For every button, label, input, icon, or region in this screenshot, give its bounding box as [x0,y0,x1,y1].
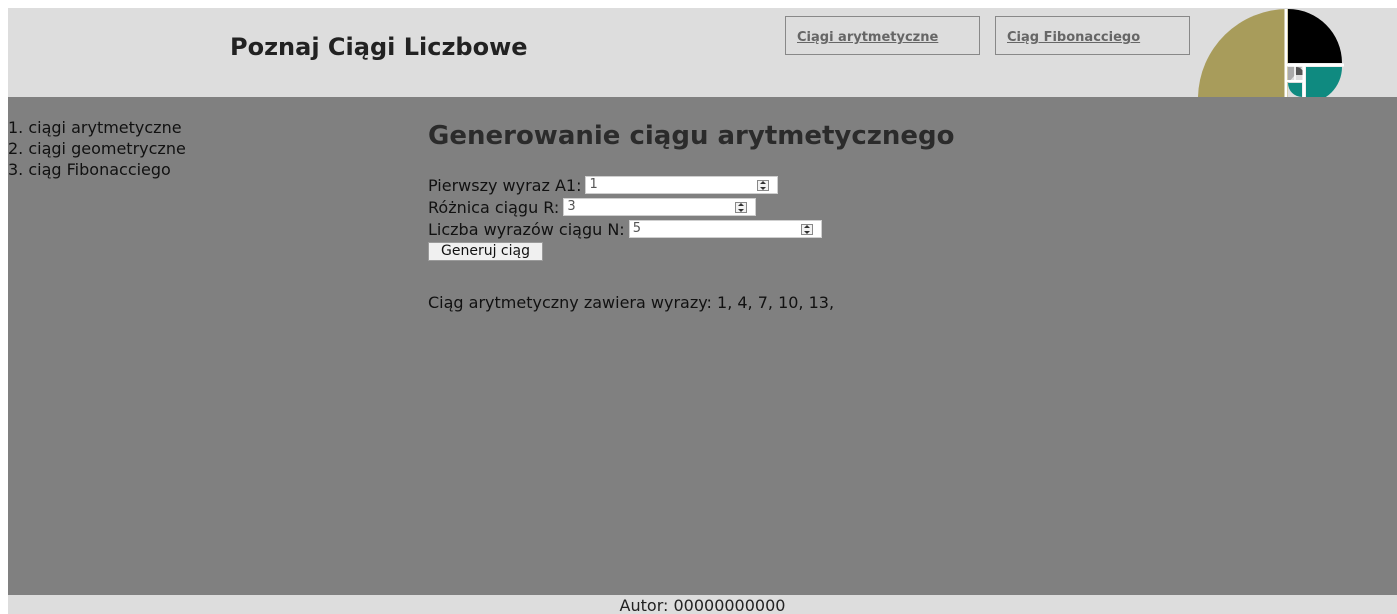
difference-input[interactable]: 3 [563,198,757,216]
site-title: Poznaj Ciągi Liczbowe [230,33,528,61]
first-term-input[interactable]: 1 [585,176,779,194]
field-label-r: Różnica ciągu R: [428,197,560,217]
sidebar: 1. ciągi arytmetyczne 2. ciągi geometryc… [8,97,408,595]
nav-link-arithmetic[interactable]: Ciągi arytmetyczne [785,16,980,55]
fibonacci-spiral-logo [1198,9,1344,97]
footer: Autor: 00000000000 [8,595,1397,614]
sequence-form: Pierwszy wyraz A1: 1 Różnica ciągu R: 3 … [428,174,822,261]
footer-author: Autor: 00000000000 [619,596,786,614]
page: Poznaj Ciągi Liczbowe Ciągi arytmetyczne… [8,8,1397,614]
sidebar-item-arithmetic[interactable]: 1. ciągi arytmetyczne [8,117,186,138]
first-term-value: 1 [589,177,598,192]
field-label-a1: Pierwszy wyraz A1: [428,175,582,195]
field-label-n: Liczba wyrazów ciągu N: [428,219,625,239]
generate-button[interactable]: Generuj ciąg [428,242,543,261]
header: Poznaj Ciągi Liczbowe Ciągi arytmetyczne… [8,8,1397,97]
page-heading: Generowanie ciągu arytmetycznego [428,121,955,151]
sidebar-item-geometric[interactable]: 2. ciągi geometryczne [8,138,186,159]
field-row-n: Liczba wyrazów ciągu N: 5 [428,218,822,240]
result-text: Ciąg arytmetyczny zawiera wyrazy: 1, 4, … [428,293,835,312]
term-count-value: 5 [632,221,641,236]
nav-link-fibonacci[interactable]: Ciąg Fibonacciego [995,16,1190,55]
spinner-icon[interactable] [735,202,748,213]
sidebar-item-fibonacci[interactable]: 3. ciąg Fibonacciego [8,159,186,180]
term-count-input[interactable]: 5 [628,220,822,238]
difference-value: 3 [567,199,576,214]
sidebar-list: 1. ciągi arytmetyczne 2. ciągi geometryc… [8,117,186,180]
main-content: Generowanie ciągu arytmetycznego Pierwsz… [408,97,1397,595]
spinner-icon[interactable] [800,224,813,235]
field-row-a1: Pierwszy wyraz A1: 1 [428,174,822,196]
field-row-r: Różnica ciągu R: 3 [428,196,822,218]
spinner-icon[interactable] [757,180,770,191]
